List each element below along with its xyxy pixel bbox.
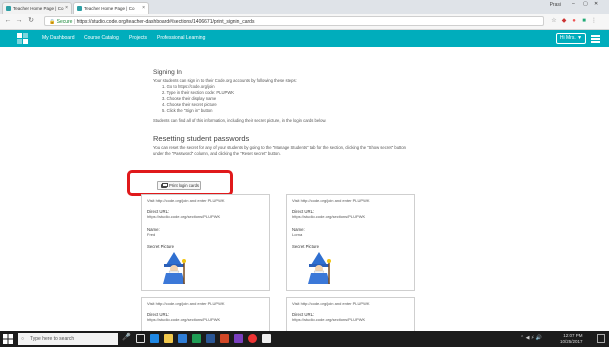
- cortana-circle-icon: ○: [21, 336, 25, 342]
- card-visit-text: Visit http://code.org/join and enter PLU…: [292, 301, 370, 306]
- clock-date: 10/25/2017: [560, 339, 583, 344]
- code-org-logo[interactable]: [17, 33, 28, 44]
- browser-tab-2[interactable]: Teacher Home Page | Co ×: [73, 2, 149, 14]
- forward-icon[interactable]: →: [14, 16, 24, 26]
- file-explorer-icon[interactable]: [164, 334, 173, 343]
- card-picture-label: Secret Picture: [292, 244, 319, 249]
- signing-in-intro: Your students can sign in to their Code.…: [153, 78, 297, 83]
- excel-icon[interactable]: [192, 334, 201, 343]
- onenote-icon[interactable]: [234, 334, 243, 343]
- extension-icon[interactable]: ●: [570, 17, 578, 25]
- browser-tab-1[interactable]: Teacher Home Page | Co ×: [2, 2, 72, 14]
- nav-course-catalog[interactable]: Course Catalog: [84, 33, 119, 44]
- nav-projects[interactable]: Projects: [129, 33, 147, 44]
- back-icon[interactable]: ←: [3, 16, 13, 26]
- hamburger-menu-icon[interactable]: [590, 33, 601, 44]
- login-card: Visit http://code.org/join and enter PLU…: [286, 194, 415, 291]
- windows-taskbar: ○ Type here to search 🎤 ⌃ ◀ ⚡ 🔊 12:07 PM…: [0, 331, 609, 347]
- lock-icon: 🔒: [49, 19, 56, 25]
- extension-icon[interactable]: ◆: [560, 17, 568, 25]
- login-card: Visit http://code.org/join and enter PLU…: [286, 297, 415, 331]
- url-text: https://studio.code.org/teacher-dashboar…: [76, 19, 255, 25]
- signing-in-title: Signing In: [153, 69, 182, 76]
- notifications-icon[interactable]: [597, 334, 605, 343]
- task-view-icon[interactable]: [136, 334, 145, 343]
- signin-step: 1. Go to https://code.org/join: [162, 84, 215, 89]
- browser-tab-strip: Teacher Home Page | Co × Teacher Home Pa…: [0, 0, 609, 14]
- signin-step: 3. Choose their display name: [162, 96, 217, 101]
- wizard-secret-picture: [163, 252, 186, 284]
- card-direct-url: https://studio.code.org/sections/PLUPWK: [147, 214, 221, 219]
- nav-professional-learning[interactable]: Professional Learning: [157, 33, 205, 44]
- address-bar-row: ← → ↻ 🔒 Secure | https://studio.code.org…: [0, 14, 609, 30]
- resetting-title: Resetting student passwords: [153, 134, 250, 143]
- system-tray-icons[interactable]: ⌃ ◀ ⚡ 🔊: [520, 335, 542, 341]
- card-student-name: Fred: [147, 232, 156, 237]
- card-direct-url: https://studio.code.org/sections/PLUPWK: [292, 214, 366, 219]
- annotation-highlight-box: [127, 170, 233, 196]
- card-visit-text: Visit http://code.org/join and enter PLU…: [147, 198, 225, 203]
- signin-step: 5. Click the "Sign in" button: [162, 108, 213, 113]
- bookmark-star-icon[interactable]: ☆: [550, 17, 558, 25]
- edge-icon[interactable]: [150, 334, 159, 343]
- word-icon[interactable]: [206, 334, 215, 343]
- store-icon[interactable]: [178, 334, 187, 343]
- url-input[interactable]: 🔒 Secure | https://studio.code.org/teach…: [44, 16, 544, 26]
- taskbar-search-placeholder: Type here to search: [30, 336, 75, 342]
- signin-step: 4. Choose their secret picture: [162, 102, 217, 107]
- menu-dots-icon[interactable]: ⋮: [590, 17, 598, 25]
- secure-label: Secure: [56, 19, 73, 25]
- resetting-text: under the "Password" column, and clickin…: [153, 151, 281, 156]
- maximize-icon[interactable]: ▢: [583, 1, 588, 7]
- card-direct-url: https://studio.code.org/sections/PLUPWK: [147, 317, 221, 322]
- login-card: Visit http://code.org/join and enter PLU…: [141, 194, 270, 291]
- card-visit-text: Visit http://code.org/join and enter PLU…: [147, 301, 225, 306]
- close-icon[interactable]: ×: [142, 3, 145, 14]
- powerpoint-icon[interactable]: [220, 334, 229, 343]
- resetting-text: You can reset the secret for any of your…: [153, 145, 407, 150]
- tab-title: Teacher Home Page | Co: [84, 6, 135, 11]
- card-student-name: Lorna: [292, 232, 303, 237]
- app-icon[interactable]: [262, 334, 271, 343]
- signin-step: 2. Type in their section code: PLUPWK: [162, 90, 235, 95]
- wizard-secret-picture: [308, 252, 331, 284]
- chrome-icon[interactable]: [248, 334, 257, 343]
- card-picture-label: Secret Picture: [147, 244, 174, 249]
- clock[interactable]: 12:07 PM 10/25/2017: [560, 333, 583, 345]
- windows-start-icon[interactable]: [3, 334, 13, 344]
- tab-title: Teacher Home Page | Co: [13, 6, 64, 11]
- reload-icon[interactable]: ↻: [26, 16, 36, 26]
- tab-favicon: [6, 6, 11, 11]
- browser-profile-chip[interactable]: Prasi: [550, 2, 561, 8]
- close-icon[interactable]: ×: [65, 3, 68, 14]
- login-card: Visit http://code.org/join and enter PLU…: [141, 297, 270, 331]
- minimize-icon[interactable]: –: [572, 1, 575, 7]
- microphone-icon[interactable]: 🎤: [122, 333, 131, 341]
- card-direct-url: https://studio.code.org/sections/PLUPWK: [292, 317, 366, 322]
- close-window-icon[interactable]: ✕: [594, 1, 598, 7]
- card-visit-text: Visit http://code.org/join and enter PLU…: [292, 198, 370, 203]
- extension-icon[interactable]: ■: [580, 17, 588, 25]
- signing-in-footer: Students can find all of this informatio…: [153, 118, 327, 123]
- taskbar-search-input[interactable]: ○ Type here to search: [18, 333, 118, 345]
- tab-favicon: [77, 6, 82, 11]
- nav-my-dashboard[interactable]: My Dashboard: [42, 33, 75, 44]
- user-menu-button[interactable]: Hi Mrs. ▼: [556, 33, 586, 44]
